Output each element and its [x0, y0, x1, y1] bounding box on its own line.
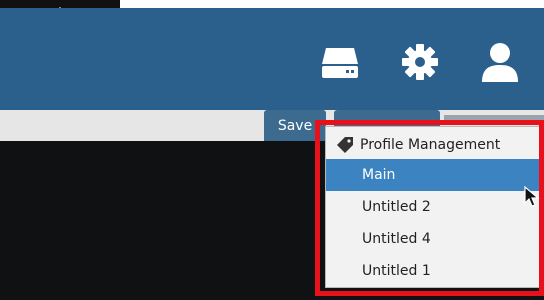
menu-item-label: Main — [362, 167, 396, 183]
app-header — [0, 8, 544, 110]
menu-item-untitled-2[interactable]: Untitled 2 — [326, 191, 544, 223]
mouse-cursor-icon — [524, 186, 540, 207]
tag-icon — [337, 137, 353, 153]
menu-item-untitled-1[interactable]: Untitled 1 — [326, 255, 544, 287]
menu-header-label: Profile Management — [360, 137, 501, 153]
save-button[interactable]: Save — [264, 110, 326, 141]
menu-item-main[interactable]: Main — [326, 159, 544, 191]
menu-item-untitled-4[interactable]: Untitled 4 — [326, 223, 544, 255]
menu-item-label: Untitled 1 — [362, 263, 431, 279]
toolbar-faded-item — [444, 115, 544, 125]
user-icon[interactable] — [480, 42, 520, 84]
profile-dropdown-menu: Profile Management Main Untitled 2 Untit… — [325, 126, 544, 288]
menu-item-label: Untitled 4 — [362, 231, 431, 247]
drive-icon[interactable] — [320, 42, 360, 82]
menu-item-label: Untitled 2 — [362, 199, 431, 215]
gear-icon[interactable] — [400, 42, 440, 82]
menu-profile-management[interactable]: Profile Management — [326, 129, 544, 161]
